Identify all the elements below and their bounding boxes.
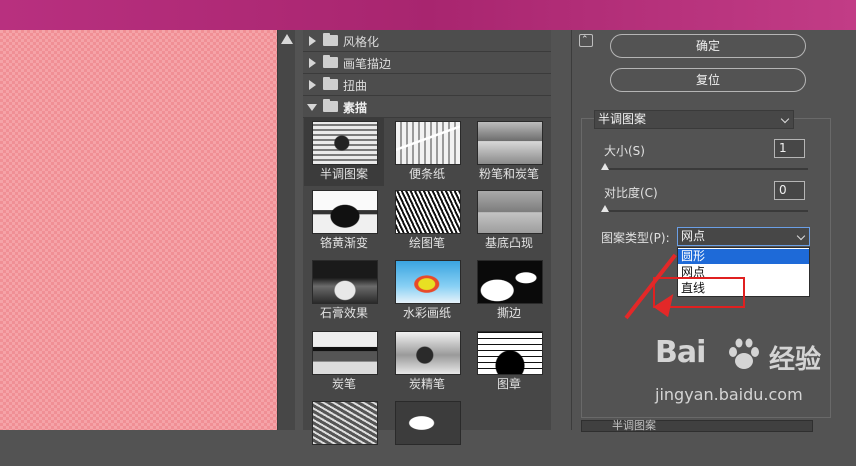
category-sketch[interactable]: 素描 — [303, 96, 551, 118]
thumb-bas-relief[interactable]: 基底凸现 — [469, 187, 549, 255]
thumb-note-paper[interactable]: 便条纸 — [387, 118, 467, 186]
thumb-image — [477, 260, 543, 304]
folder-icon — [323, 33, 338, 46]
thumb-conte-crayon[interactable]: 炭精笔 — [387, 328, 467, 396]
thumb-image — [395, 190, 461, 234]
thumb-image — [477, 121, 543, 165]
thumb-torn-edges[interactable]: 撕边 — [469, 257, 549, 325]
thumb-plaster[interactable]: 石膏效果 — [304, 257, 384, 325]
scroll-up-arrow-icon[interactable] — [281, 34, 293, 44]
contrast-input[interactable]: 0 — [774, 181, 805, 200]
preview-scrollbar[interactable] — [277, 30, 295, 430]
category-brush-strokes[interactable]: 画笔描边 — [303, 52, 551, 74]
category-stylize[interactable]: 风格化 — [303, 30, 551, 52]
watermark-logo: Bai — [655, 335, 706, 370]
expand-arrow-icon — [309, 36, 316, 46]
thumb-image — [312, 331, 378, 375]
folder-icon — [323, 55, 338, 68]
thumb-image — [312, 401, 378, 445]
effect-layer-row[interactable]: 半调图案 — [581, 419, 813, 432]
thumb-image — [477, 190, 543, 234]
folder-icon — [323, 77, 338, 90]
collapse-gallery-button[interactable]: ⌃ — [579, 34, 593, 47]
expand-arrow-icon — [309, 58, 316, 68]
size-slider-track[interactable] — [603, 168, 808, 170]
thumb-image — [395, 401, 461, 445]
thumb-charcoal[interactable]: 炭笔 — [304, 328, 384, 396]
pattern-type-select[interactable]: 网点 — [677, 227, 810, 246]
size-slider-thumb[interactable] — [601, 163, 609, 170]
filter-select[interactable]: 半调图案 — [594, 110, 794, 129]
size-input[interactable]: 1 — [774, 139, 805, 158]
thumb-extra-2[interactable] — [387, 398, 467, 466]
thumb-image — [312, 190, 378, 234]
size-label: 大小(S) — [604, 144, 645, 158]
thumb-image — [395, 260, 461, 304]
thumb-water-paper[interactable]: 水彩画纸 — [387, 257, 467, 325]
chevron-down-icon — [780, 114, 790, 124]
thumb-extra-1[interactable] — [304, 398, 384, 466]
thumb-image — [312, 121, 378, 165]
thumb-image — [477, 331, 543, 375]
thumb-image — [395, 121, 461, 165]
thumb-graphic-pen[interactable]: 绘图笔 — [387, 187, 467, 255]
window-title-bar — [0, 0, 856, 30]
category-distort[interactable]: 扭曲 — [303, 74, 551, 96]
preview-canvas[interactable] — [0, 30, 277, 430]
contrast-label: 对比度(C) — [604, 186, 658, 200]
filter-gallery: 风格化 画笔描边 扭曲 素描 半调图案 便条纸 粉笔和炭笔 铬黄渐变 绘图笔 基… — [303, 30, 551, 445]
ok-button[interactable]: 确定 — [610, 34, 806, 58]
collapse-arrow-icon — [307, 104, 317, 111]
paw-logo-icon — [729, 338, 759, 369]
contrast-slider-thumb[interactable] — [601, 205, 609, 212]
folder-open-icon — [323, 99, 338, 112]
thumb-stamp[interactable]: 图章 — [469, 328, 549, 396]
contrast-slider-track[interactable] — [603, 210, 808, 212]
reset-button[interactable]: 复位 — [610, 68, 806, 92]
chevron-down-icon — [796, 231, 806, 241]
thumb-image — [395, 331, 461, 375]
thumb-image — [312, 260, 378, 304]
collapse-icon: ⌃ — [581, 35, 589, 45]
option-circle[interactable]: 圆形 — [678, 249, 809, 264]
pattern-type-label: 图案类型(P): — [601, 231, 670, 245]
thumb-halftone-pattern[interactable]: 半调图案 — [304, 118, 384, 186]
baidu-jingyan-watermark: Bai 经验 jingyan.baidu.com — [655, 335, 855, 415]
thumb-chrome[interactable]: 铬黄渐变 — [304, 187, 384, 255]
watermark-jingyan: 经验 — [769, 345, 822, 375]
watermark-url: jingyan.baidu.com — [655, 385, 803, 404]
thumb-chalk-charcoal[interactable]: 粉笔和炭笔 — [469, 118, 549, 186]
expand-arrow-icon — [309, 80, 316, 90]
